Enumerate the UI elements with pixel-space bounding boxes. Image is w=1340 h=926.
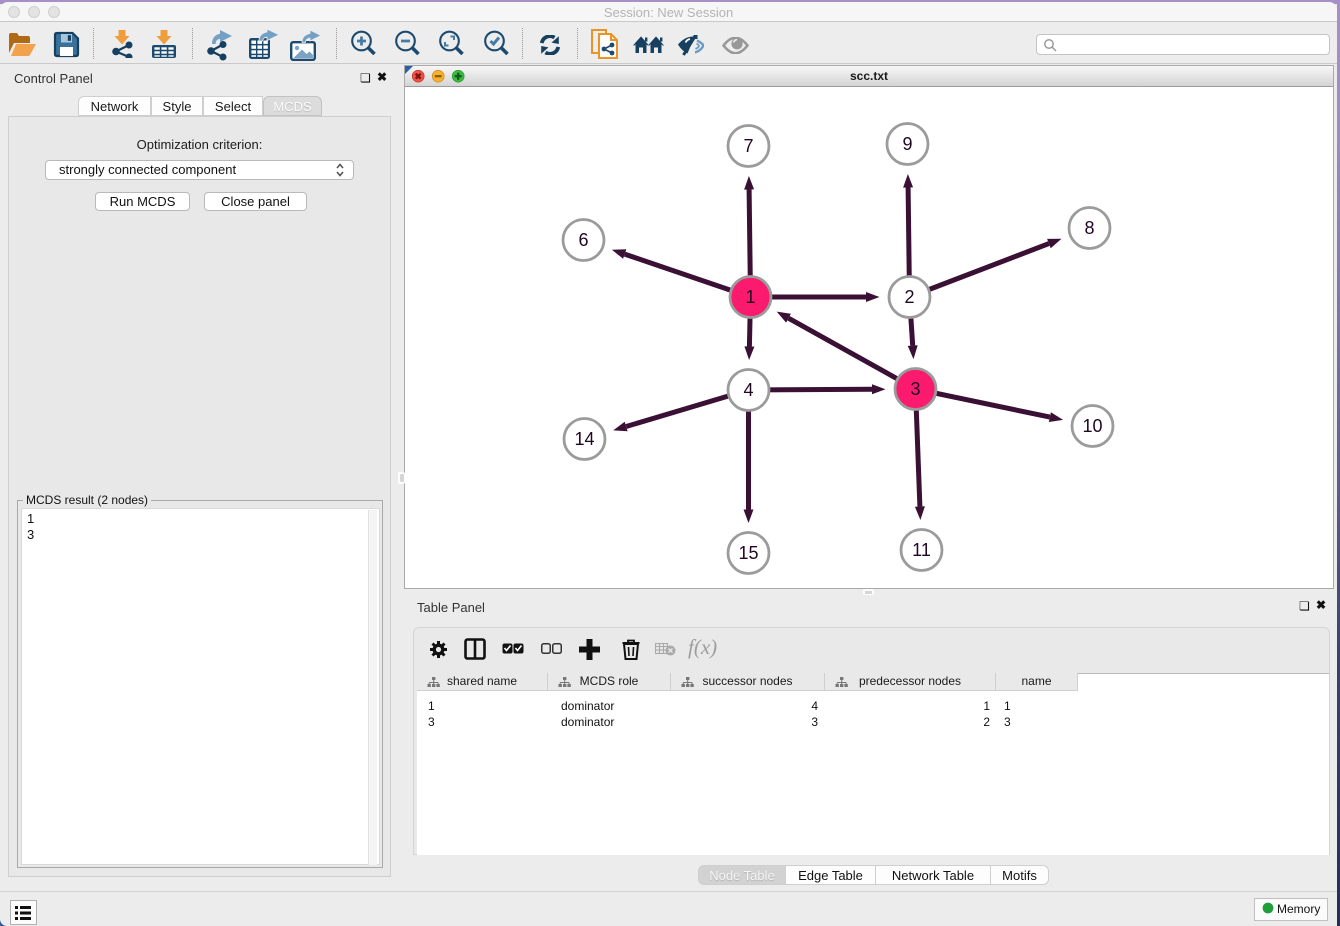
svg-text:14: 14 [574, 429, 594, 449]
svg-text:1: 1 [745, 287, 755, 307]
svg-text:6: 6 [578, 230, 588, 250]
svg-text:8: 8 [1084, 218, 1094, 238]
svg-text:7: 7 [743, 136, 753, 156]
svg-text:15: 15 [738, 543, 758, 563]
svg-text:9: 9 [902, 134, 912, 154]
svg-text:10: 10 [1082, 416, 1102, 436]
svg-text:2: 2 [904, 287, 914, 307]
svg-text:3: 3 [910, 379, 920, 399]
svg-text:11: 11 [912, 540, 931, 560]
svg-text:4: 4 [743, 380, 753, 400]
